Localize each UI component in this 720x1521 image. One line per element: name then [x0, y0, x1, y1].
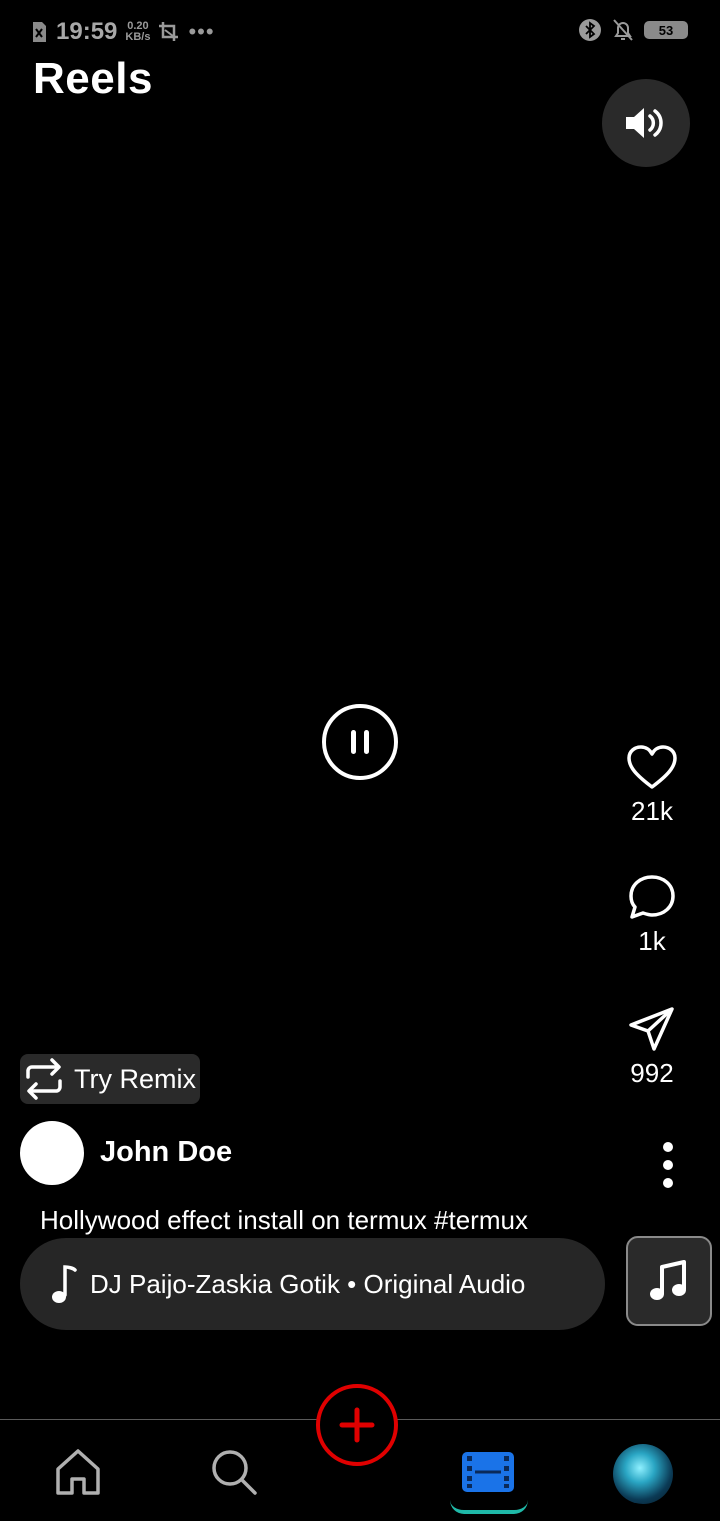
reels-icon: [462, 1452, 514, 1492]
battery-indicator: 53: [644, 21, 688, 39]
home-icon: [56, 1449, 100, 1495]
more-dot-icon: [663, 1178, 673, 1188]
send-icon[interactable]: [628, 1006, 676, 1052]
sound-toggle-button[interactable]: [602, 79, 690, 167]
post-caption[interactable]: Hollywood effect install on termux #term…: [40, 1205, 528, 1236]
comment-count: 1k: [638, 926, 666, 956]
audio-page-button[interactable]: [626, 1236, 712, 1326]
heart-icon[interactable]: [626, 744, 678, 790]
share-count: 992: [630, 1058, 674, 1088]
notifications-muted-icon: [613, 19, 633, 41]
nav-profile-avatar[interactable]: [613, 1444, 673, 1504]
more-options-button[interactable]: [660, 1142, 676, 1188]
music-icon: [650, 1260, 686, 1300]
pause-button[interactable]: [322, 704, 398, 780]
status-bar: 19:59 0.20 KB/s •••: [30, 14, 215, 50]
page-title: Reels: [33, 54, 153, 103]
search-icon: [212, 1450, 257, 1495]
music-note-icon: [52, 1265, 77, 1303]
try-remix-label: Try Remix: [74, 1063, 196, 1094]
pause-icon: [351, 730, 369, 754]
volume-icon: [626, 108, 663, 138]
comment-icon[interactable]: [628, 874, 676, 920]
nav-search[interactable]: [204, 1442, 264, 1502]
nav-reels[interactable]: [458, 1442, 518, 1502]
like-count: 21k: [631, 796, 673, 826]
author-username[interactable]: John Doe: [100, 1136, 232, 1169]
status-right: 53: [578, 18, 688, 42]
create-button[interactable]: [316, 1384, 398, 1466]
share-action[interactable]: 992: [610, 1006, 694, 1089]
status-overflow: •••: [188, 19, 215, 44]
author-avatar[interactable]: [20, 1121, 84, 1185]
active-tab-indicator: [450, 1500, 528, 1514]
bluetooth-icon: [579, 19, 601, 41]
remix-icon: [26, 1058, 62, 1100]
plus-icon: [339, 1407, 375, 1443]
nav-home[interactable]: [48, 1442, 108, 1502]
sim-off-icon: [33, 22, 46, 42]
screenshot-icon: [159, 22, 179, 41]
more-dot-icon: [663, 1142, 673, 1152]
try-remix-button[interactable]: Try Remix: [20, 1054, 200, 1104]
status-time: 19:59: [56, 18, 118, 45]
comment-action[interactable]: 1k: [610, 874, 694, 957]
like-action[interactable]: 21k: [610, 744, 694, 827]
more-dot-icon: [663, 1160, 673, 1170]
network-speed: 0.20 KB/s: [125, 20, 151, 43]
audio-track-button[interactable]: DJ Paijo-Zaskia Gotik • Original Audio: [20, 1238, 605, 1330]
audio-track-label: DJ Paijo-Zaskia Gotik • Original Audio: [90, 1268, 526, 1299]
